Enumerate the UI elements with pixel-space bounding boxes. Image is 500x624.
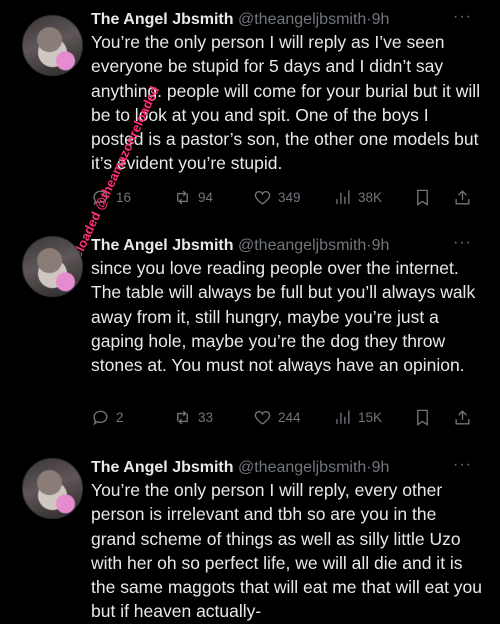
retweet-button[interactable]: 33 — [173, 408, 213, 427]
heart-icon — [254, 190, 271, 205]
tweet-2[interactable]: The Angel Jbsmith @theangeljbsmith·9h ··… — [0, 226, 500, 441]
retweet-button[interactable]: 94 — [173, 188, 213, 207]
like-count: 349 — [278, 190, 301, 205]
bookmark-icon — [417, 189, 428, 206]
author-name[interactable]: The Angel Jbsmith — [91, 459, 234, 476]
views-icon — [336, 410, 350, 424]
tweet-text-body: since you love reading people over the i… — [91, 258, 476, 376]
like-button[interactable]: 244 — [253, 408, 301, 427]
action-bar: 2 33 244 15K — [91, 408, 481, 430]
avatar[interactable] — [22, 15, 83, 76]
avatar[interactable] — [22, 236, 83, 297]
views-count: 15K — [358, 410, 383, 425]
views-icon — [336, 190, 350, 204]
tweet-header: The Angel Jbsmith @theangeljbsmith·9h — [91, 236, 389, 256]
share-button[interactable] — [453, 408, 472, 427]
timestamp[interactable]: 9h — [372, 459, 390, 476]
author-handle[interactable]: @theangeljbsmith — [238, 459, 366, 476]
retweet-icon — [177, 190, 188, 205]
tweet-header: The Angel Jbsmith @theangeljbsmith·9h — [91, 10, 389, 30]
reply-count: 2 — [116, 410, 124, 425]
heart-icon — [254, 410, 271, 425]
author-handle[interactable]: @theangeljbsmith — [238, 11, 366, 28]
retweet-count: 33 — [198, 410, 214, 425]
bookmark-button[interactable] — [413, 408, 432, 427]
avatar[interactable] — [22, 458, 83, 519]
share-button[interactable] — [453, 188, 472, 207]
tweet-text: You’re the only person I will reply, eve… — [91, 478, 483, 624]
author-handle[interactable]: @theangeljbsmith — [238, 237, 366, 254]
bookmark-icon — [417, 409, 428, 426]
views-button[interactable]: 38K — [333, 188, 382, 207]
reply-icon — [93, 410, 108, 426]
like-button[interactable]: 349 — [253, 188, 301, 207]
views-button[interactable]: 15K — [333, 408, 382, 427]
timestamp[interactable]: 9h — [372, 11, 390, 28]
more-options-icon[interactable]: ··· — [453, 234, 472, 252]
reply-button[interactable]: 2 — [91, 408, 124, 427]
author-name[interactable]: The Angel Jbsmith — [91, 11, 234, 28]
views-count: 38K — [358, 190, 383, 205]
retweet-icon — [177, 410, 188, 425]
share-icon — [455, 410, 470, 425]
tweet-header: The Angel Jbsmith @theangeljbsmith·9h — [91, 458, 389, 478]
more-options-icon[interactable]: ··· — [453, 456, 472, 474]
like-count: 244 — [278, 410, 301, 425]
share-icon — [455, 190, 470, 205]
retweet-count: 94 — [198, 190, 214, 205]
author-name[interactable]: The Angel Jbsmith — [91, 237, 234, 254]
tweet-text: since you love reading people over the i… — [91, 256, 483, 377]
more-options-icon[interactable]: ··· — [453, 8, 472, 26]
tweet-text-body: You’re the only person I will reply, eve… — [91, 480, 483, 622]
bookmark-button[interactable] — [413, 188, 432, 207]
tweet-3[interactable]: The Angel Jbsmith @theangeljbsmith·9h ··… — [0, 448, 500, 623]
timestamp[interactable]: 9h — [372, 237, 390, 254]
